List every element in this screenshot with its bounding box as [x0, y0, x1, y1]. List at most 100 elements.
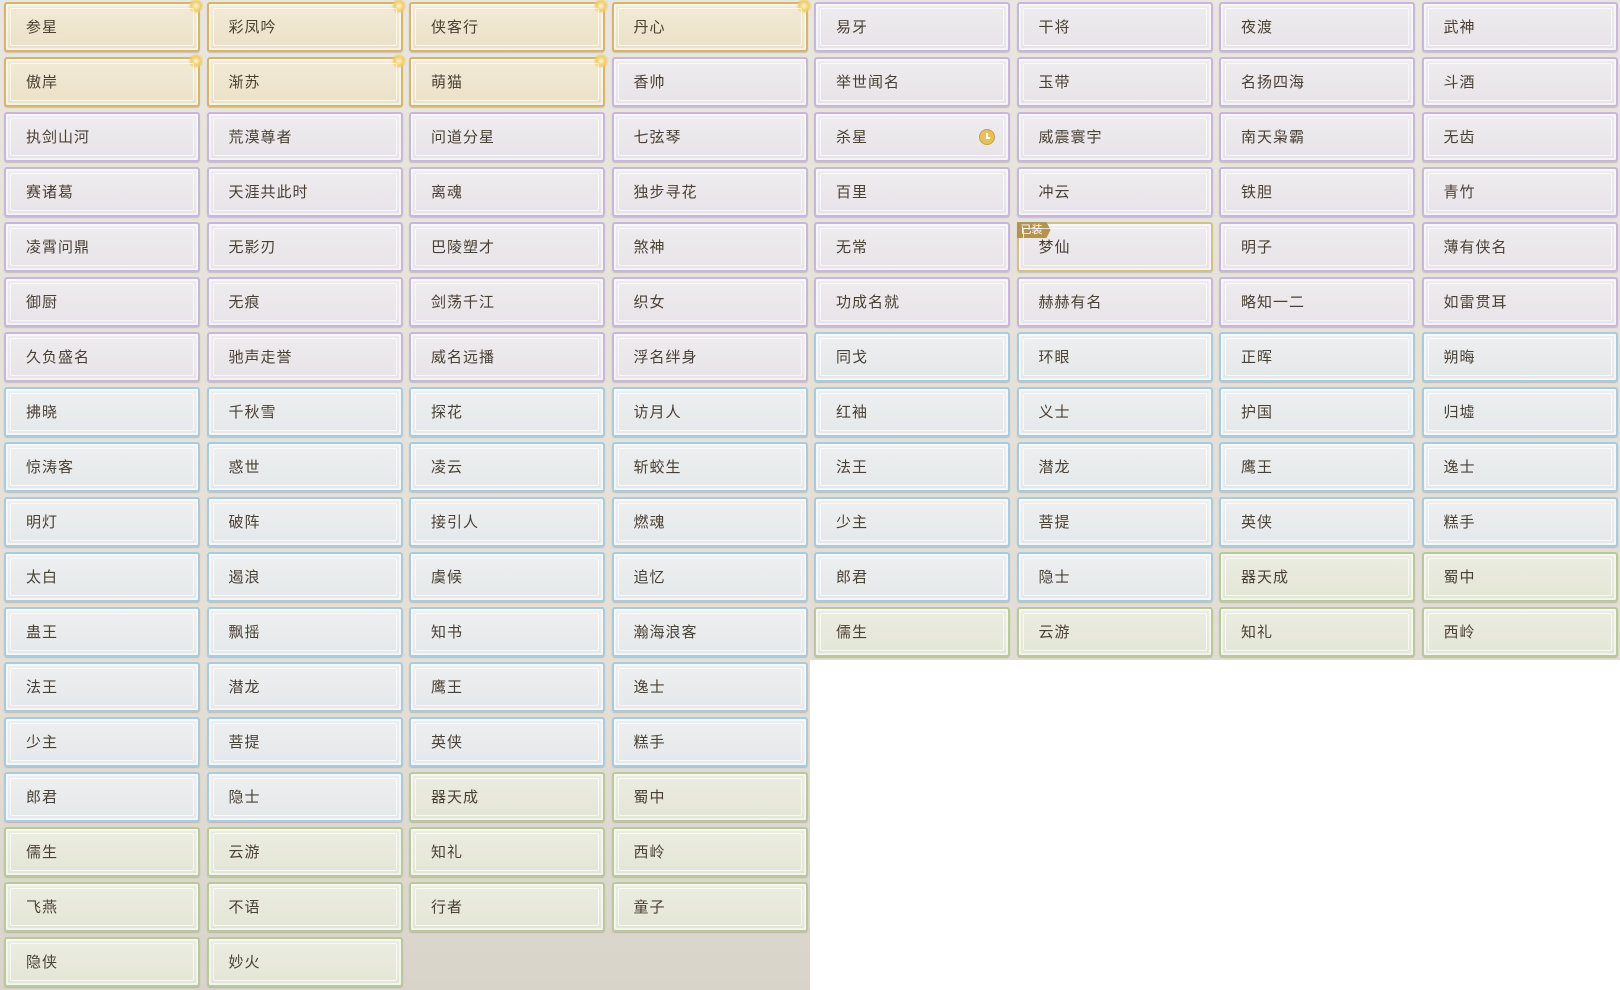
title-card[interactable]: 略知一二 — [1219, 277, 1415, 327]
title-card[interactable]: 蜀中 — [1421, 552, 1618, 602]
title-card[interactable]: 云游 — [206, 827, 403, 877]
title-card[interactable]: 蛊王 — [4, 607, 200, 657]
title-card[interactable]: 冲云 — [1016, 167, 1213, 217]
title-card[interactable]: 御厨 — [4, 277, 200, 327]
title-card[interactable]: 干将 — [1016, 2, 1213, 52]
title-card[interactable]: 瀚海浪客 — [611, 607, 808, 657]
title-card[interactable]: 铁胆 — [1219, 167, 1415, 217]
title-card[interactable]: 云游 — [1016, 607, 1213, 657]
title-card[interactable]: 儒生 — [4, 827, 200, 877]
title-card[interactable]: 独步寻花 — [611, 167, 808, 217]
title-card[interactable]: 红袖 — [814, 387, 1010, 437]
title-card[interactable]: 鹰王 — [1219, 442, 1415, 492]
title-card[interactable]: 无常 — [814, 222, 1010, 272]
title-card[interactable]: 环眼 — [1016, 332, 1213, 382]
title-card[interactable]: 易牙 — [814, 2, 1010, 52]
title-card[interactable]: 巴陵塑才 — [409, 222, 605, 272]
title-card[interactable]: 薄有侠名 — [1421, 222, 1618, 272]
title-card[interactable]: 追忆 — [611, 552, 808, 602]
title-card[interactable]: 鹰王 — [409, 662, 605, 712]
title-card[interactable]: 同戈 — [814, 332, 1010, 382]
title-card[interactable]: 南天枭霸 — [1219, 112, 1415, 162]
title-card[interactable]: 正晖 — [1219, 332, 1415, 382]
title-card[interactable]: 知礼 — [1219, 607, 1415, 657]
title-card[interactable]: 问道分星 — [409, 112, 605, 162]
title-card[interactable]: 逸士 — [1421, 442, 1618, 492]
title-card[interactable]: 蜀中 — [611, 772, 808, 822]
title-card[interactable]: 飞燕 — [4, 882, 200, 932]
title-card[interactable]: 赫赫有名 — [1016, 277, 1213, 327]
title-card[interactable]: 糕手 — [1421, 497, 1618, 547]
title-card[interactable]: 凌霄问鼎 — [4, 222, 200, 272]
title-card[interactable]: 驰声走誉 — [206, 332, 403, 382]
title-card[interactable]: 访月人 — [611, 387, 808, 437]
title-card[interactable]: 浮名绊身 — [611, 332, 808, 382]
title-card[interactable]: 菩提 — [1016, 497, 1213, 547]
title-card[interactable]: 隐士 — [1016, 552, 1213, 602]
title-card[interactable]: 侠客行 — [409, 0, 609, 52]
title-card[interactable]: 西岭 — [1421, 607, 1618, 657]
title-card[interactable]: 杀星 — [814, 112, 1010, 162]
title-card[interactable]: 荒漠尊者 — [206, 112, 403, 162]
title-card[interactable]: 童子 — [611, 882, 808, 932]
title-card[interactable]: 青竹 — [1421, 167, 1618, 217]
title-card[interactable]: 破阵 — [206, 497, 403, 547]
title-card[interactable]: 朔晦 — [1421, 332, 1618, 382]
title-card[interactable]: 拂晓 — [4, 387, 200, 437]
title-card[interactable]: 器天成 — [1219, 552, 1415, 602]
title-card[interactable]: 无齿 — [1421, 112, 1618, 162]
title-card[interactable]: 遏浪 — [206, 552, 403, 602]
title-card[interactable]: 威震寰宇 — [1016, 112, 1213, 162]
title-card[interactable]: 法王 — [814, 442, 1010, 492]
title-card[interactable]: 百里 — [814, 167, 1010, 217]
title-card[interactable]: 织女 — [611, 277, 808, 327]
title-card[interactable]: 离魂 — [409, 167, 605, 217]
title-card[interactable]: 如雷贯耳 — [1421, 277, 1618, 327]
title-card[interactable]: 英侠 — [1219, 497, 1415, 547]
title-card[interactable]: 护国 — [1219, 387, 1415, 437]
title-card[interactable]: 无影刃 — [206, 222, 403, 272]
title-card[interactable]: 潜龙 — [1016, 442, 1213, 492]
title-card[interactable]: 少主 — [814, 497, 1010, 547]
title-card[interactable]: 剑荡千江 — [409, 277, 605, 327]
title-card[interactable]: 西岭 — [611, 827, 808, 877]
title-card[interactable]: 夜渡 — [1219, 2, 1415, 52]
title-card[interactable]: 归墟 — [1421, 387, 1618, 437]
title-card[interactable]: 久负盛名 — [4, 332, 200, 382]
title-card[interactable]: 少主 — [4, 717, 200, 767]
title-card[interactable]: 执剑山河 — [4, 112, 200, 162]
title-card[interactable]: 惑世 — [206, 442, 403, 492]
title-card[interactable]: 行者 — [409, 882, 605, 932]
title-card[interactable]: 虞候 — [409, 552, 605, 602]
title-card[interactable]: 参星 — [4, 0, 204, 52]
title-card[interactable]: 隐侠 — [4, 937, 200, 987]
title-card[interactable]: 探花 — [409, 387, 605, 437]
title-card[interactable]: 不语 — [206, 882, 403, 932]
title-card[interactable]: 潜龙 — [206, 662, 403, 712]
title-card[interactable]: 器天成 — [409, 772, 605, 822]
title-card[interactable]: 儒生 — [814, 607, 1010, 657]
title-card[interactable]: 英侠 — [409, 717, 605, 767]
title-card[interactable]: 明灯 — [4, 497, 200, 547]
title-card[interactable]: 燃魂 — [611, 497, 808, 547]
title-card[interactable]: 傲岸 — [4, 53, 204, 107]
title-card[interactable]: 威名远播 — [409, 332, 605, 382]
title-card[interactable]: 千秋雪 — [206, 387, 403, 437]
title-card[interactable]: 惊涛客 — [4, 442, 200, 492]
title-card[interactable]: 功成名就 — [814, 277, 1010, 327]
title-card[interactable]: 武神 — [1421, 2, 1618, 52]
title-card[interactable]: 接引人 — [409, 497, 605, 547]
title-card[interactable]: 丹心 — [611, 0, 812, 52]
title-card[interactable]: 法王 — [4, 662, 200, 712]
title-card[interactable]: 玉带 — [1016, 57, 1213, 107]
title-card[interactable]: 太白 — [4, 552, 200, 602]
title-card[interactable]: 妙火 — [206, 937, 403, 987]
title-card[interactable]: 义士 — [1016, 387, 1213, 437]
title-card[interactable]: 糕手 — [611, 717, 808, 767]
title-card[interactable]: 举世闻名 — [814, 57, 1010, 107]
title-card[interactable]: 渐苏 — [206, 53, 407, 107]
title-card[interactable]: 七弦琴 — [611, 112, 808, 162]
title-card[interactable]: 彩凤吟 — [206, 0, 407, 52]
title-card[interactable]: 明子 — [1219, 222, 1415, 272]
title-card[interactable]: 知书 — [409, 607, 605, 657]
